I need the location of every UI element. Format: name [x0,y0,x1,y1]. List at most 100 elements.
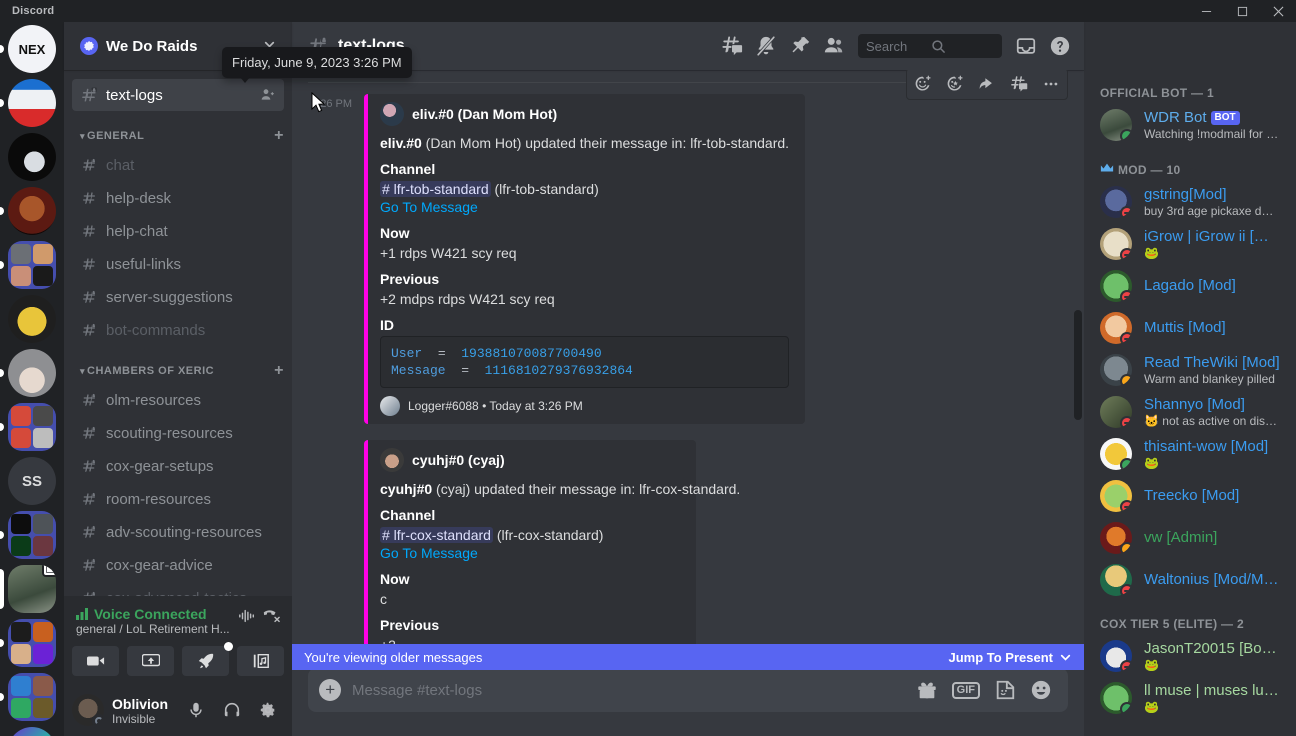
member-item[interactable]: Muttis [Mod] [1092,307,1288,349]
guild-icon-4[interactable] [8,187,56,235]
create-thread-icon[interactable] [1003,70,1035,100]
channel-item-cox-gear-advice[interactable]: cox-gear-advice [72,549,284,581]
guild-icon-voice[interactable] [8,727,56,736]
guild-icon-2[interactable] [8,79,56,127]
more-actions-icon[interactable] [1035,70,1067,100]
member-item[interactable]: iGrow | iGrow ii [Mod] 🐸 [1092,223,1288,265]
jump-to-present-button[interactable]: Jump To Present [948,650,1072,665]
go-to-message-link[interactable]: Go To Message [380,544,680,562]
reply-icon[interactable] [971,70,1003,100]
guild-folder-icon[interactable] [8,673,56,721]
disconnect-call-icon[interactable] [262,608,280,629]
guild-item[interactable] [0,346,64,400]
headphones-icon[interactable] [216,694,248,726]
channel-item-cox-gear-setups[interactable]: cox-gear-setups [72,450,284,482]
message-scroller[interactable]: 3:26 PM eliv.#0 (Dan Mom Hot) eliv.#0 (D… [292,70,1084,668]
add-reaction-icon[interactable] [907,70,939,100]
add-member-icon[interactable] [260,87,276,103]
guild-rail[interactable]: NEX SS [0,0,64,736]
guild-item[interactable] [0,184,64,238]
category-general[interactable]: ▾ GENERAL + [64,112,292,148]
settings-gear-icon[interactable] [252,694,284,726]
maximize-button[interactable] [1224,0,1260,22]
member-item[interactable]: Read TheWiki [Mod] Warm and blankey pille… [1092,349,1288,391]
guild-icon-wdr[interactable] [8,565,56,613]
member-item[interactable]: gstring[Mod] buy 3rd age pickaxe dm me [1092,181,1288,223]
soundboard-icon[interactable] [237,646,284,676]
create-channel-icon[interactable]: + [274,128,284,144]
super-reaction-icon[interactable] [939,70,971,100]
attach-file-button[interactable]: + [308,668,352,712]
guild-icon-nex[interactable]: NEX [8,25,56,73]
close-button[interactable] [1260,0,1296,22]
member-item[interactable]: thisaint-wow [Mod] 🐸 [1092,433,1288,475]
channel-item-adv-scouting-resources[interactable]: adv-scouting-resources [72,516,284,548]
channel-mention[interactable]: # lfr-tob-standard [380,181,491,197]
user-status[interactable]: Invisible [112,712,180,726]
guild-item[interactable] [0,292,64,346]
go-to-message-link[interactable]: Go To Message [380,198,789,216]
guild-folder[interactable] [0,670,64,724]
video-camera-icon[interactable] [72,646,119,676]
channel-item-scouting-resources[interactable]: scouting-resources [72,417,284,449]
avatar[interactable] [380,102,404,126]
avatar[interactable] [72,694,104,726]
member-item[interactable]: Treecko [Mod] [1092,475,1288,517]
guild-item[interactable] [0,724,64,736]
message-input[interactable]: Message #text-logs [352,682,916,699]
threads-icon[interactable] [716,30,748,62]
message-scrollbar[interactable] [1074,310,1082,420]
member-item[interactable]: Lagado [Mod] [1092,265,1288,307]
member-list-icon[interactable] [818,30,850,62]
emoji-icon[interactable] [1030,679,1052,701]
notification-off-icon[interactable] [750,30,782,62]
guild-folder-icon[interactable] [8,403,56,451]
channel-item-chat[interactable]: chat [72,149,284,181]
guild-icon-helmet[interactable] [8,295,56,343]
guild-item[interactable]: SS [0,454,64,508]
guild-item[interactable]: NEX [0,22,64,76]
channel-mention[interactable]: # lfr-cox-standard [380,527,493,543]
guild-item[interactable] [0,76,64,130]
channel-item-text-logs[interactable]: text-logs [72,79,284,111]
signal-strength-icon[interactable] [238,608,256,629]
message-composer[interactable]: + Message #text-logs GIF [308,668,1068,712]
create-channel-icon[interactable]: + [274,363,284,379]
guild-folder-icon[interactable] [8,511,56,559]
guild-icon-rabbit[interactable] [8,349,56,397]
avatar[interactable] [380,448,404,472]
channel-item-olm-resources[interactable]: olm-resources [72,384,284,416]
guild-folder-icon[interactable] [8,619,56,667]
member-item[interactable]: vw [Admin] [1092,517,1288,559]
member-item[interactable]: JasonT20015 [Bot Dev]🐸 [1092,635,1288,677]
gif-icon[interactable]: GIF [951,681,980,699]
channel-item-useful-links[interactable]: useful-links [72,248,284,280]
guild-item-active[interactable] [0,562,64,616]
sticker-icon[interactable] [994,679,1016,701]
channel-item-help-chat[interactable]: help-chat [72,215,284,247]
guild-folder[interactable] [0,616,64,670]
channel-item-bot-commands[interactable]: bot-commands [72,314,284,346]
guild-item[interactable] [0,130,64,184]
member-item[interactable]: WDR BotBOT Watching !modmail for reports [1092,104,1288,146]
minimize-button[interactable] [1188,0,1224,22]
help-icon[interactable] [1044,30,1076,62]
guild-icon-3[interactable] [8,133,56,181]
channel-list[interactable]: text-logs ▾ GENERAL + chat help-desk hel… [64,70,292,596]
channel-item-server-suggestions[interactable]: server-suggestions [72,281,284,313]
category-chambers-of-xeric[interactable]: ▾ CHAMBERS OF XERIC + [64,347,292,383]
screen-share-icon[interactable] [127,646,174,676]
channel-item-cox-advanced-tactics[interactable]: cox-advanced-tactics [72,582,284,596]
gift-icon[interactable] [916,679,938,701]
channel-item-room-resources[interactable]: room-resources [72,483,284,515]
guild-folder[interactable] [0,400,64,454]
pinned-messages-icon[interactable] [784,30,816,62]
guild-folder[interactable] [0,508,64,562]
microphone-icon[interactable] [180,694,212,726]
guild-folder-icon[interactable] [8,241,56,289]
search-input[interactable]: Search [858,34,1002,58]
member-item[interactable]: Shannyo [Mod]🐱 not as active on discord … [1092,391,1288,433]
guild-icon-ss[interactable]: SS [8,457,56,505]
member-list[interactable]: OFFICIAL BOT — 1 WDR Bot BOT Watching !mo… [1084,0,1296,736]
user-name[interactable]: Oblivion [112,695,180,713]
